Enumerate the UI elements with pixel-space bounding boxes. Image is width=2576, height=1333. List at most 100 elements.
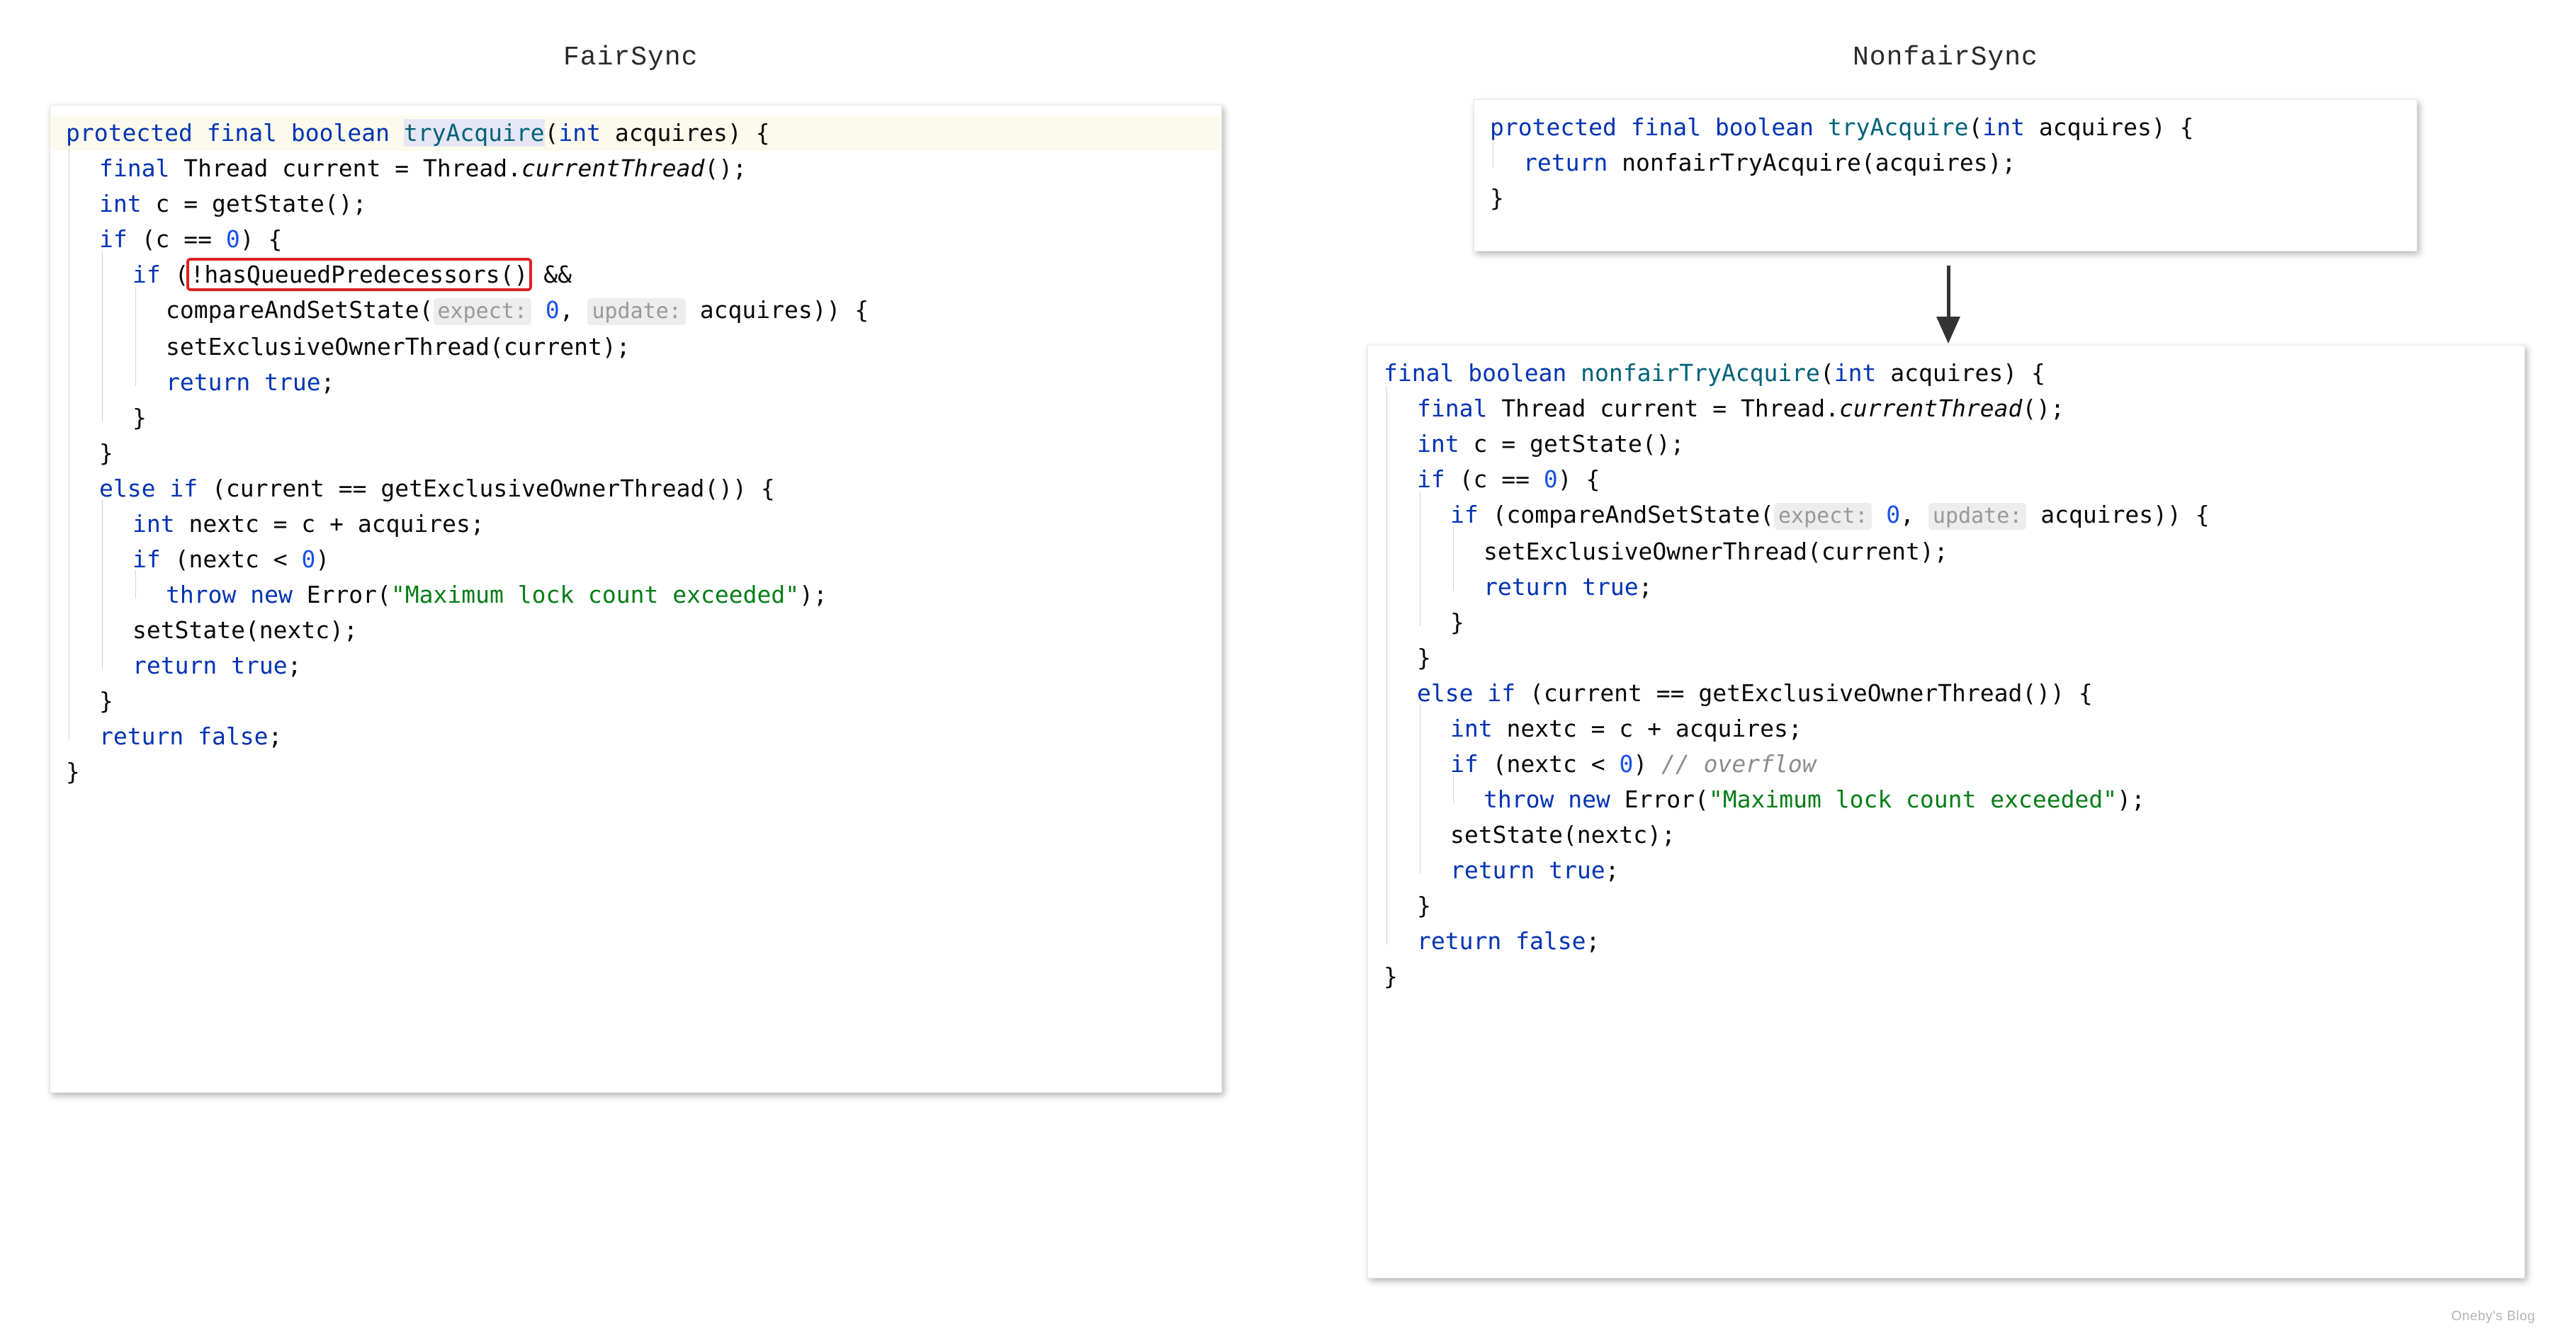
code-token: setState(nextc); bbox=[1450, 821, 1676, 849]
code-token: false bbox=[1515, 927, 1586, 955]
code-token: final bbox=[206, 119, 278, 147]
code-line: int nextc = c + acquires; bbox=[1368, 711, 2524, 747]
code-line: return true; bbox=[1368, 853, 2524, 888]
code-token: true bbox=[1582, 573, 1639, 601]
code-token: final bbox=[1384, 359, 1454, 387]
code-token: 0 bbox=[1619, 750, 1634, 778]
code-token: int bbox=[132, 510, 175, 538]
code-token: compareAndSetState( bbox=[166, 296, 434, 324]
code-token: boolean bbox=[1468, 359, 1567, 387]
code-token: "Maximum lock count exceeded" bbox=[390, 581, 800, 608]
code-token: // overflow bbox=[1661, 750, 1817, 778]
code-token: return bbox=[1523, 149, 1608, 176]
code-token: final bbox=[1417, 395, 1488, 422]
code-token: int bbox=[1982, 113, 2026, 141]
code-token: 0 bbox=[1886, 501, 1901, 528]
code-token: if bbox=[132, 261, 161, 288]
code-token: 0 bbox=[301, 545, 316, 573]
code-line: } bbox=[1368, 959, 2524, 994]
code-token: return bbox=[1450, 856, 1535, 884]
code-token: ( bbox=[160, 261, 189, 288]
code-token: tryAcquire bbox=[403, 119, 545, 147]
code-token: ; bbox=[1586, 927, 1600, 955]
code-line: int nextc = c + acquires; bbox=[50, 506, 1221, 542]
parameter-hint: update: bbox=[587, 298, 686, 325]
nonfairtryacquire-code-body[interactable]: final boolean nonfairTryAcquire(int acqu… bbox=[1368, 346, 2524, 1004]
code-token: setExclusiveOwnerThread(current); bbox=[1484, 538, 1948, 565]
code-token: (); bbox=[2022, 395, 2064, 422]
parameter-hint: expect: bbox=[433, 298, 531, 325]
code-token: nextc = c + acquires; bbox=[174, 510, 485, 538]
code-token: c = getState(); bbox=[1459, 430, 1685, 458]
code-token: ); bbox=[799, 581, 827, 608]
code-line: setExclusiveOwnerThread(current); bbox=[1368, 534, 2524, 569]
watermark-label: Oneby's Blog bbox=[2451, 1309, 2536, 1324]
code-line: return true; bbox=[50, 365, 1221, 400]
code-token: (current == getExclusiveOwnerThread()) { bbox=[1515, 679, 2093, 707]
code-token: int bbox=[1834, 359, 1877, 387]
code-line: int c = getState(); bbox=[1368, 426, 2524, 462]
code-token: int bbox=[1450, 715, 1493, 742]
code-token: false bbox=[198, 722, 269, 750]
code-token: return bbox=[132, 652, 218, 679]
arrow-shaft-icon bbox=[1947, 266, 1950, 318]
code-line: if (c == 0) { bbox=[50, 222, 1221, 257]
code-line: return true; bbox=[1368, 569, 2524, 605]
code-line: final Thread current = Thread.currentThr… bbox=[1368, 391, 2524, 426]
fairsync-code-body[interactable]: protected final boolean tryAcquire(int a… bbox=[50, 106, 1221, 800]
code-token: if bbox=[1487, 679, 1516, 707]
code-token: true bbox=[264, 368, 321, 396]
parameter-hint: update: bbox=[1928, 503, 2027, 530]
code-token: } bbox=[66, 758, 80, 785]
code-token: Thread current = Thread. bbox=[1487, 395, 1840, 422]
fairsync-code-card: protected final boolean tryAcquire(int a… bbox=[50, 105, 1222, 1093]
code-line: final Thread current = Thread.currentThr… bbox=[50, 151, 1221, 186]
nonfairsync-tryacquire-card: protected final boolean tryAcquire(int a… bbox=[1474, 99, 2417, 251]
code-line: throw new Error("Maximum lock count exce… bbox=[1368, 782, 2524, 817]
right-panel-title: NonfairSync bbox=[1853, 42, 2038, 73]
code-token: ); bbox=[2117, 785, 2145, 813]
code-token: if bbox=[1450, 750, 1479, 778]
code-line: } bbox=[50, 683, 1221, 719]
code-line: if (compareAndSetState(expect: 0, update… bbox=[1368, 497, 2524, 534]
code-token: final bbox=[99, 154, 170, 182]
code-token: setExclusiveOwnerThread(current); bbox=[166, 333, 631, 361]
code-token: 0 bbox=[545, 296, 560, 324]
code-token: } bbox=[1384, 963, 1398, 990]
code-token: (nextc < bbox=[1478, 750, 1620, 778]
nonfairsync-tryacquire-code-body[interactable]: protected final boolean tryAcquire(int a… bbox=[1474, 100, 2417, 226]
parameter-hint: expect: bbox=[1773, 503, 1872, 530]
code-token: , bbox=[1900, 501, 1928, 528]
code-token: ) { bbox=[1557, 465, 1600, 493]
code-token: final bbox=[1630, 113, 1702, 141]
code-token: acquires)) { bbox=[685, 296, 869, 324]
code-token: ) bbox=[1633, 750, 1662, 778]
code-token: "Maximum lock count exceeded" bbox=[1708, 785, 2118, 813]
code-token: 0 bbox=[225, 225, 240, 253]
code-token: throw bbox=[1484, 785, 1554, 813]
code-token: , bbox=[559, 296, 588, 324]
code-token: int bbox=[99, 190, 142, 217]
code-token: if bbox=[1450, 501, 1479, 528]
code-token: currentThread bbox=[521, 154, 705, 182]
indent-guide bbox=[1386, 385, 1387, 945]
code-token: ) { bbox=[239, 225, 283, 253]
code-token: setState(nextc); bbox=[132, 616, 358, 644]
code-token: } bbox=[1417, 644, 1431, 671]
code-token: } bbox=[99, 687, 113, 715]
code-token: return bbox=[99, 722, 184, 750]
code-line: setState(nextc); bbox=[1368, 817, 2524, 853]
code-line: return true; bbox=[50, 648, 1221, 683]
code-token: Error( bbox=[1610, 785, 1709, 813]
code-token: if bbox=[169, 475, 198, 502]
